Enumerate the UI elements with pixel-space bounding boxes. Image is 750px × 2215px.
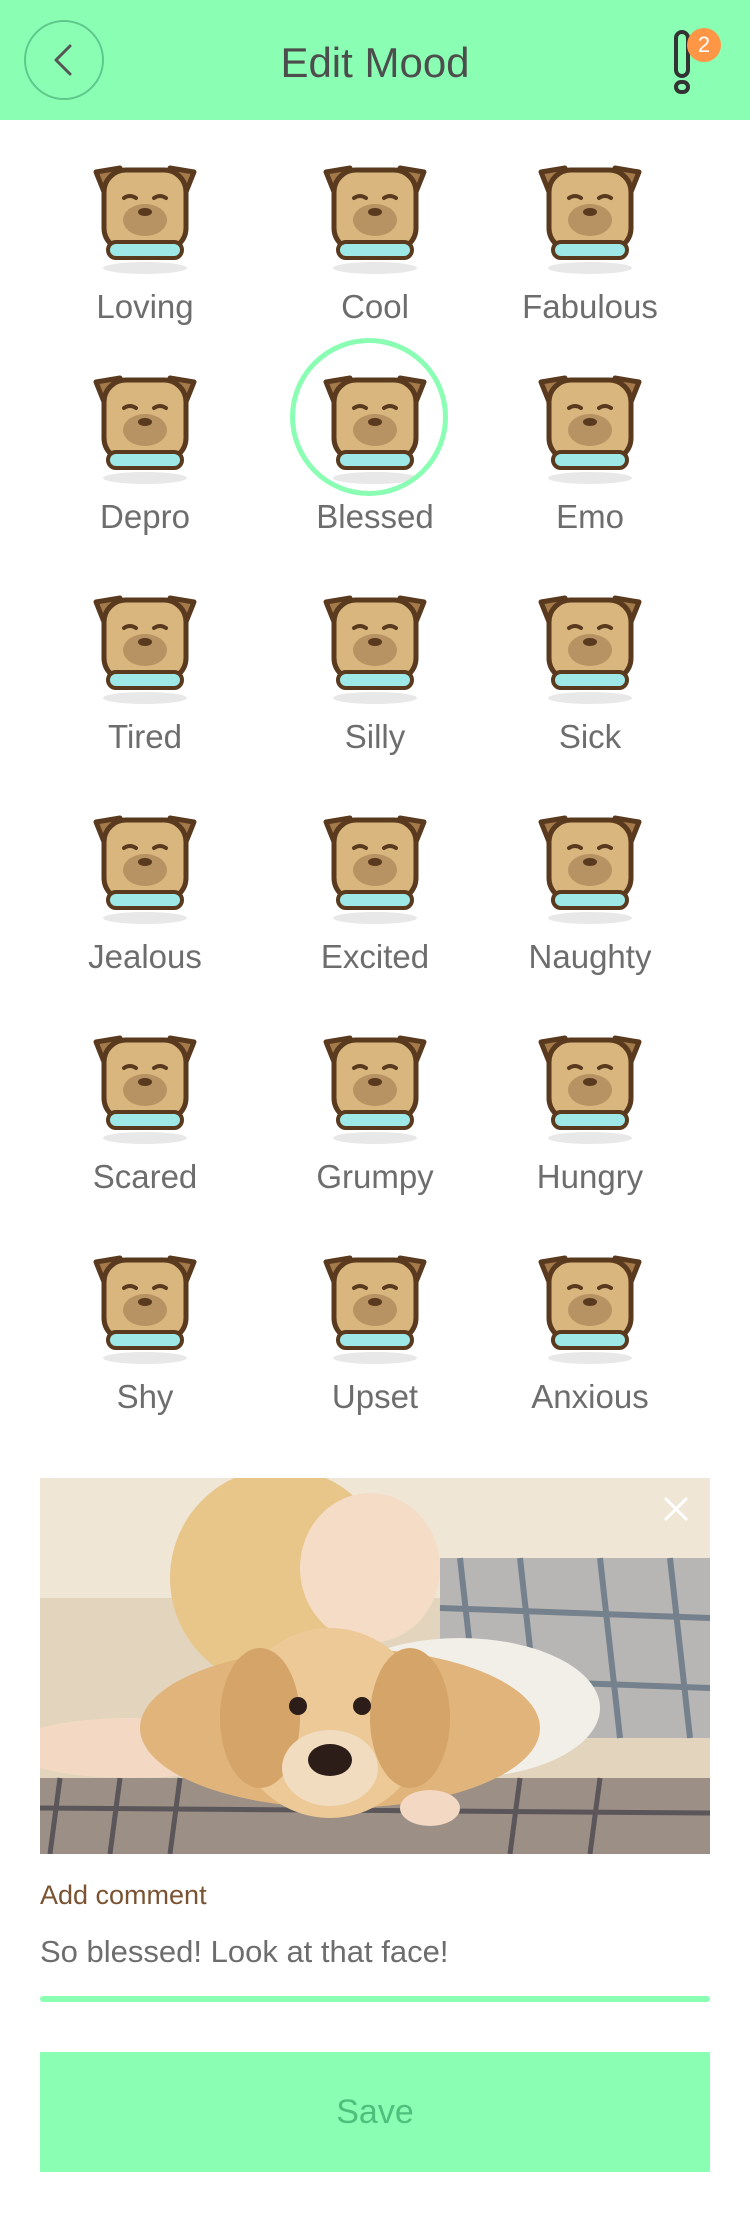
cool-dog-icon (310, 150, 440, 280)
header-bar: Edit Mood 2 (0, 0, 750, 120)
mood-label: Naughty (528, 938, 652, 975)
mood-label: Hungry (536, 1158, 644, 1195)
mood-label: Anxious (531, 1378, 649, 1415)
mood-option[interactable]: Loving (45, 150, 245, 326)
shy-dog-icon (80, 1240, 210, 1370)
mood-label: Shy (116, 1378, 174, 1415)
mood-option[interactable]: Depro (45, 360, 245, 536)
scared-dog-icon (80, 1020, 210, 1150)
loving-dog-icon (80, 150, 210, 280)
mood-option[interactable]: Silly (275, 580, 475, 756)
tired-dog-icon (80, 580, 210, 710)
fabulous-dog-icon (525, 150, 655, 280)
hungry-dog-icon (525, 1020, 655, 1150)
anxious-dog-icon (525, 1240, 655, 1370)
mood-option[interactable]: Blessed (275, 338, 475, 536)
sick-dog-icon (525, 580, 655, 710)
naughty-dog-icon (525, 800, 655, 930)
mood-option[interactable]: Shy (45, 1240, 245, 1416)
excited-dog-icon (310, 800, 440, 930)
mood-option[interactable]: Fabulous (490, 150, 690, 326)
mood-option[interactable]: Cool (275, 150, 475, 326)
page-title: Edit Mood (280, 39, 470, 86)
silly-dog-icon (310, 580, 440, 710)
mood-label: Jealous (88, 938, 202, 975)
mood-label: Cool (341, 288, 409, 325)
mood-label: Tired (108, 718, 182, 755)
mood-label: Fabulous (522, 288, 658, 325)
mood-label: Blessed (316, 498, 434, 535)
mood-label: Excited (320, 938, 430, 975)
attached-photo (40, 1478, 710, 1854)
mood-label: Loving (96, 288, 194, 325)
mood-label: Scared (92, 1158, 198, 1195)
close-icon[interactable] (660, 1493, 692, 1525)
mood-option[interactable]: Hungry (490, 1020, 690, 1196)
comment-input[interactable] (40, 1928, 710, 1976)
jealous-dog-icon (80, 800, 210, 930)
grumpy-dog-icon (310, 1020, 440, 1150)
upset-dog-icon (310, 1240, 440, 1370)
emo-dog-icon (525, 360, 655, 490)
blessed-dog-icon (290, 338, 448, 496)
mood-label: Sick (558, 718, 622, 755)
save-button[interactable]: Save (40, 2052, 710, 2172)
mood-option[interactable]: Excited (275, 800, 475, 976)
mood-option[interactable]: Tired (45, 580, 245, 756)
mood-option[interactable]: Upset (275, 1240, 475, 1416)
notification-badge: 2 (687, 28, 721, 62)
mood-label: Upset (331, 1378, 419, 1415)
mood-option[interactable]: Emo (490, 360, 690, 536)
mood-option[interactable]: Anxious (490, 1240, 690, 1416)
mood-option[interactable]: Jealous (45, 800, 245, 976)
comment-underline (40, 1996, 710, 2002)
mood-option[interactable]: Grumpy (275, 1020, 475, 1196)
depro-dog-icon (80, 360, 210, 490)
mood-option[interactable]: Sick (490, 580, 690, 756)
mood-label: Depro (100, 498, 190, 535)
mood-label: Silly (344, 718, 406, 755)
comment-label: Add comment (40, 1880, 207, 1910)
mood-option[interactable]: Scared (45, 1020, 245, 1196)
mood-option[interactable]: Naughty (490, 800, 690, 976)
mood-label: Grumpy (316, 1158, 434, 1195)
mood-label: Emo (556, 498, 624, 535)
